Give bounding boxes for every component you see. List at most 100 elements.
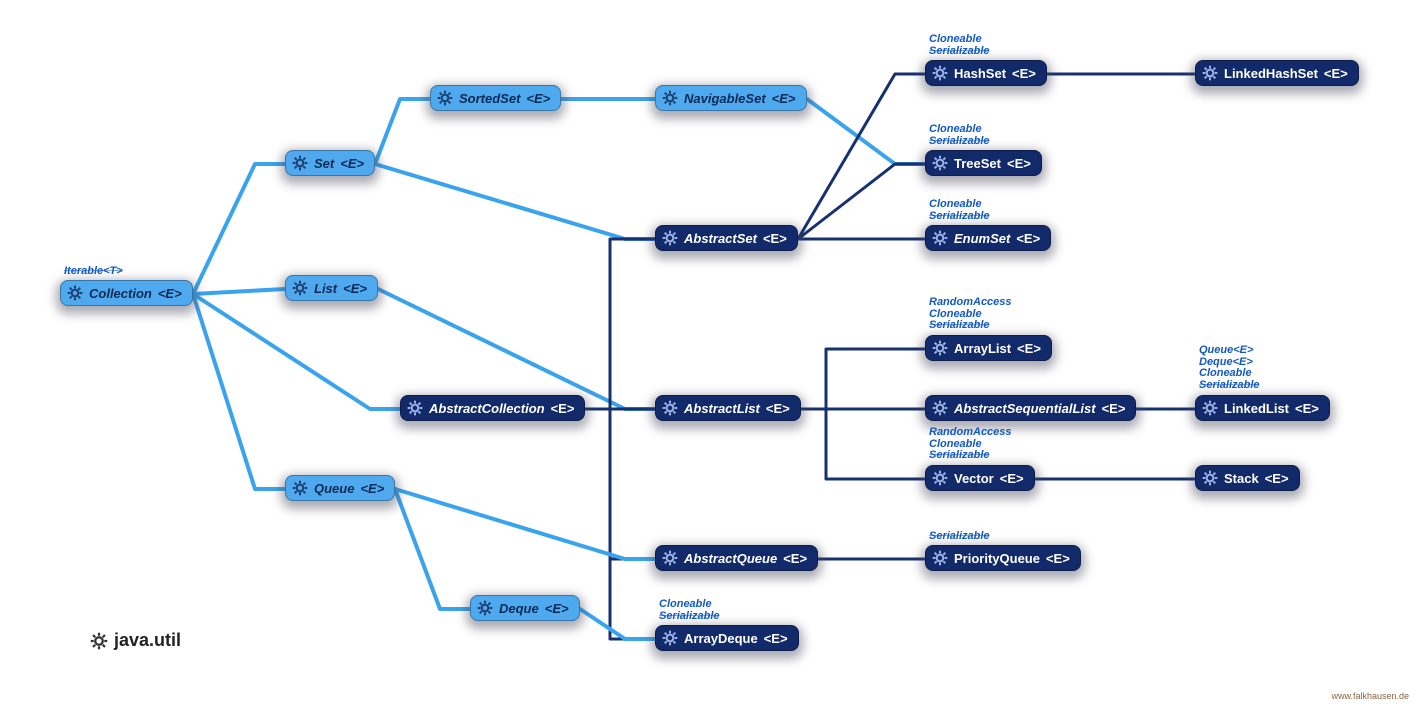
node-navset[interactable]: NavigableSet <E> (655, 85, 807, 111)
gear-icon (932, 340, 948, 356)
node-name: AbstractCollection (429, 401, 545, 416)
node-generic: <E> (1046, 551, 1070, 566)
node-generic: <E> (158, 286, 182, 301)
annotation-vector: RandomAccessCloneableSerializable (929, 427, 1012, 462)
node-treeset[interactable]: TreeSet <E> (925, 150, 1042, 176)
node-name: PriorityQueue (954, 551, 1040, 566)
package-label: java.util (90, 630, 181, 651)
annotation-enumset: CloneableSerializable (929, 199, 990, 222)
node-name: Stack (1224, 471, 1259, 486)
node-generic: <E> (526, 91, 550, 106)
node-enumset[interactable]: EnumSet <E> (925, 225, 1051, 251)
gear-icon (437, 90, 453, 106)
annotation-arraydeque: CloneableSerializable (659, 599, 720, 622)
node-collection[interactable]: Collection <E> (60, 280, 193, 306)
node-generic: <E> (783, 551, 807, 566)
gear-icon (662, 630, 678, 646)
gear-icon (932, 230, 948, 246)
node-name: Deque (499, 601, 539, 616)
node-deque[interactable]: Deque <E> (470, 595, 580, 621)
gear-icon (662, 90, 678, 106)
gear-icon (932, 550, 948, 566)
node-generic: <E> (343, 281, 367, 296)
gear-icon (932, 400, 948, 416)
gear-icon (292, 155, 308, 171)
node-generic: <E> (1295, 401, 1319, 416)
node-name: ArrayList (954, 341, 1011, 356)
node-name: Queue (314, 481, 354, 496)
node-vector[interactable]: Vector <E> (925, 465, 1035, 491)
node-generic: <E> (551, 401, 575, 416)
annotation-prioqueue: Serializable (929, 531, 990, 543)
annotation-treeset: CloneableSerializable (929, 124, 990, 147)
gear-icon (407, 400, 423, 416)
node-generic: <E> (766, 401, 790, 416)
node-generic: <E> (360, 481, 384, 496)
gear-icon (292, 280, 308, 296)
annotation-hashset: CloneableSerializable (929, 34, 990, 57)
node-stack[interactable]: Stack <E> (1195, 465, 1300, 491)
node-absqueue[interactable]: AbstractQueue <E> (655, 545, 818, 571)
node-queue[interactable]: Queue <E> (285, 475, 395, 501)
gear-icon (67, 285, 83, 301)
gear-icon (932, 155, 948, 171)
node-name: AbstractQueue (684, 551, 777, 566)
node-generic: <E> (340, 156, 364, 171)
annotation-collection: Iterable<T> (64, 266, 123, 278)
node-arraylist[interactable]: ArrayList <E> (925, 335, 1052, 361)
gear-icon (662, 550, 678, 566)
gear-icon (1202, 470, 1218, 486)
node-abslist[interactable]: AbstractList <E> (655, 395, 801, 421)
node-name: EnumSet (954, 231, 1010, 246)
gear-icon (1202, 400, 1218, 416)
node-prioqueue[interactable]: PriorityQueue <E> (925, 545, 1081, 571)
node-name: Vector (954, 471, 994, 486)
credit-link[interactable]: www.falkhausen.de (1331, 691, 1409, 701)
gear-icon (932, 65, 948, 81)
node-name: ArrayDeque (684, 631, 758, 646)
gear-icon (1202, 65, 1218, 81)
node-name: NavigableSet (684, 91, 766, 106)
package-name: java.util (114, 630, 181, 651)
node-generic: <E> (545, 601, 569, 616)
annotation-arraylist: RandomAccessCloneableSerializable (929, 297, 1012, 332)
gear-icon (292, 480, 308, 496)
node-name: SortedSet (459, 91, 520, 106)
node-sortedset[interactable]: SortedSet <E> (430, 85, 561, 111)
node-arraydeque[interactable]: ArrayDeque <E> (655, 625, 799, 651)
node-linkedhashset[interactable]: LinkedHashSet<E> (1195, 60, 1359, 86)
gear-icon (932, 470, 948, 486)
node-name: Set (314, 156, 334, 171)
node-generic: <E> (1016, 231, 1040, 246)
node-generic: <E> (1007, 156, 1031, 171)
node-name: LinkedList (1224, 401, 1289, 416)
node-name: LinkedHashSet (1224, 66, 1318, 81)
node-hashset[interactable]: HashSet <E> (925, 60, 1047, 86)
annotation-linkedlist: Queue<E>Deque<E>CloneableSerializable (1199, 345, 1260, 391)
gear-icon (90, 632, 108, 650)
gear-icon (662, 400, 678, 416)
node-abscoll[interactable]: AbstractCollection <E> (400, 395, 585, 421)
node-generic: <E> (1012, 66, 1036, 81)
node-name: Collection (89, 286, 152, 301)
node-absseqlist[interactable]: AbstractSequentialList <E> (925, 395, 1136, 421)
node-generic: <E> (763, 231, 787, 246)
node-generic: <E> (772, 91, 796, 106)
node-name: AbstractSequentialList (954, 401, 1096, 416)
node-generic: <E> (764, 631, 788, 646)
node-absset[interactable]: AbstractSet <E> (655, 225, 798, 251)
node-generic: <E> (1265, 471, 1289, 486)
node-generic: <E> (1102, 401, 1126, 416)
node-linkedlist[interactable]: LinkedList <E> (1195, 395, 1330, 421)
node-name: List (314, 281, 337, 296)
node-name: AbstractSet (684, 231, 757, 246)
node-name: TreeSet (954, 156, 1001, 171)
node-set[interactable]: Set <E> (285, 150, 375, 176)
gear-icon (477, 600, 493, 616)
node-name: AbstractList (684, 401, 760, 416)
node-generic: <E> (1017, 341, 1041, 356)
diagram-canvas: java.util www.falkhausen.de Collection <E… (0, 0, 1421, 707)
node-list[interactable]: List <E> (285, 275, 378, 301)
node-name: HashSet (954, 66, 1006, 81)
node-generic: <E> (1000, 471, 1024, 486)
